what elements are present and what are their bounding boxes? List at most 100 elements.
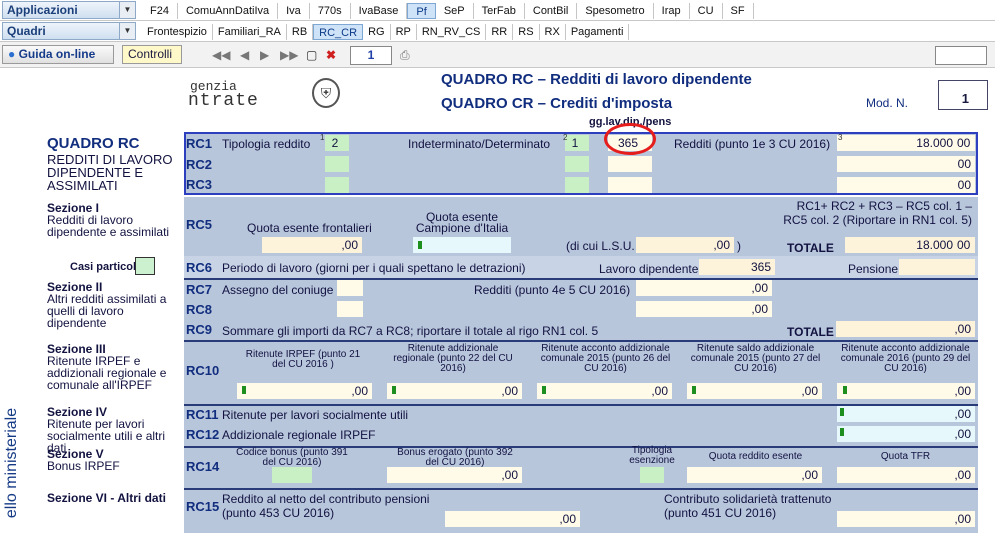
next-page-icon[interactable]: ▶ <box>260 48 269 62</box>
rc5-totale-field[interactable]: 18.000 <box>845 237 957 253</box>
applicazioni-select[interactable]: Applicazioni ▼ <box>2 1 136 19</box>
rc15-contrib-field[interactable]: ,00 <box>837 511 975 527</box>
casi-particolari-checkbox[interactable] <box>135 257 155 275</box>
rc1-indet-field[interactable]: 1 <box>565 135 589 151</box>
tab-cu[interactable]: CU <box>690 3 723 19</box>
tab-comuanndatiiva[interactable]: ComuAnnDatiIva <box>178 3 279 19</box>
rc14-code: RC14 <box>186 459 220 474</box>
rc3-indet-field[interactable] <box>565 177 589 193</box>
tab-quadro-rn-rv-cs[interactable]: RN_RV_CS <box>417 24 487 40</box>
rc14-tfr-field[interactable]: ,00 <box>837 467 975 483</box>
rc10-acconto2015-field[interactable]: ,00 <box>537 383 672 399</box>
last-page-icon[interactable]: ▶▶ <box>280 48 298 62</box>
chevron-down-icon[interactable]: ▼ <box>119 23 135 39</box>
app-window: Applicazioni ▼ F24 ComuAnnDatiIva Iva 770s Iv… <box>0 0 995 533</box>
tab-f24[interactable]: F24 <box>142 3 178 19</box>
rc12-marker <box>840 428 844 436</box>
rc10-saldo2015-field[interactable]: ,00 <box>687 383 822 399</box>
rc15-reddito-field[interactable]: ,00 <box>445 511 580 527</box>
prev-page-icon[interactable]: ◀ <box>240 48 249 62</box>
rc7-redditi-label: Redditi (punto 4e 5 CU 2016) <box>474 283 631 297</box>
sezione-3: Sezione III Ritenute IRPEF e addizionali … <box>47 342 167 392</box>
rc1-tipologia-field[interactable]: 2 <box>325 135 349 151</box>
rc3-redditi-field[interactable]: 00 <box>837 177 975 193</box>
tab-quadro-frontespizio[interactable]: Frontespizio <box>142 24 213 40</box>
tab-ivabase[interactable]: IvaBase <box>351 3 408 19</box>
rc6-pensione-field[interactable] <box>899 259 975 275</box>
tab-770s[interactable]: 770s <box>310 3 351 19</box>
tab-quadro-familiari-ra[interactable]: Familiari_RA <box>213 24 287 40</box>
rc8-redditi-field[interactable]: ,00 <box>636 301 772 317</box>
menu-bar-applicazioni: Applicazioni ▼ F24 ComuAnnDatiIva Iva 770s Iv… <box>0 0 995 21</box>
rc5-marker <box>418 241 422 249</box>
rc5-quota-front-label: Quota esente frontalieri <box>247 221 372 235</box>
highlight-circle <box>604 123 656 155</box>
tab-terfab[interactable]: TerFab <box>474 3 525 19</box>
rc15-desc: Reddito al netto del contributo pensioni… <box>222 492 430 520</box>
rc3-tipologia-field[interactable] <box>325 177 349 193</box>
rc2-indet-field[interactable] <box>565 156 589 172</box>
controlli-button[interactable]: Controlli <box>122 45 182 64</box>
tab-quadro-rs[interactable]: RS <box>513 24 540 40</box>
rc14-tipologia-field[interactable] <box>640 467 664 483</box>
rc8-assegno-field[interactable] <box>337 301 363 317</box>
rc12-code: RC12 <box>186 427 220 442</box>
search-field[interactable] <box>935 46 987 65</box>
rc9-totale-label: TOTALE <box>787 325 834 339</box>
rc9-totale-field[interactable]: ,00 <box>836 321 975 337</box>
tab-irap[interactable]: Irap <box>654 3 690 19</box>
guida-label: Guida on-line <box>18 47 96 61</box>
chevron-down-icon[interactable]: ▼ <box>119 2 135 18</box>
rc2-tipologia-field[interactable] <box>325 156 349 172</box>
tab-contbil[interactable]: ContBil <box>525 3 578 19</box>
tab-spesometro[interactable]: Spesometro <box>577 3 654 19</box>
tab-quadro-rr[interactable]: RR <box>486 24 514 40</box>
tab-iva[interactable]: Iva <box>278 3 310 19</box>
rc14-quota-esente-field[interactable]: ,00 <box>687 467 822 483</box>
rc5-lsu-field[interactable]: ,00 <box>636 237 734 253</box>
applicazioni-label: Applicazioni <box>7 3 78 17</box>
tab-quadro-rp[interactable]: RP <box>391 24 417 40</box>
tab-sf[interactable]: SF <box>723 3 754 19</box>
tab-quadro-rc-cr[interactable]: RC_CR <box>313 24 364 40</box>
mod-n-field[interactable]: 1 <box>938 80 988 110</box>
print-icon[interactable]: ⎙ <box>400 48 410 63</box>
rc14-bonus-field[interactable]: ,00 <box>387 467 522 483</box>
rc12-field[interactable]: ,00 <box>837 426 975 442</box>
delete-page-icon[interactable]: ✖ <box>326 48 336 62</box>
rc7-redditi-field[interactable]: ,00 <box>636 280 772 296</box>
rc3-giorni-field[interactable] <box>608 177 652 193</box>
rc11-field[interactable]: ,00 <box>837 406 975 422</box>
globe-icon: ● <box>8 47 19 61</box>
rc10-irpef-field[interactable]: ,00 <box>237 383 372 399</box>
tab-quadro-rx[interactable]: RX <box>540 24 566 40</box>
rc5-campione-field[interactable] <box>413 237 511 253</box>
tab-quadro-pagamenti[interactable]: Pagamenti <box>566 24 630 40</box>
rc1-redditi-field[interactable]: 18.000 <box>837 135 957 151</box>
quadri-select[interactable]: Quadri ▼ <box>2 22 136 40</box>
rc12-desc: Addizionale regionale IRPEF <box>222 428 376 442</box>
tabs-applicazioni: F24 ComuAnnDatiIva Iva 770s IvaBase Pf SeP TerF… <box>142 2 754 20</box>
first-page-icon[interactable]: ◀◀ <box>212 48 230 62</box>
sezione-6: Sezione VI - Altri dati <box>47 491 166 505</box>
rc6-lavdip-field[interactable]: 365 <box>699 259 775 275</box>
rc5-totale-cents[interactable]: 00 <box>957 237 975 253</box>
rc1-cents[interactable]: 00 <box>957 135 975 151</box>
tab-sep[interactable]: SeP <box>436 3 474 19</box>
rc5-frontalieri-field[interactable]: ,00 <box>262 237 362 253</box>
vertical-margin-text: ello ministeriale <box>3 407 21 519</box>
rc2-giorni-field[interactable] <box>608 156 652 172</box>
guida-online-button[interactable]: ● Guida on-line <box>2 45 114 64</box>
tab-quadro-rg[interactable]: RG <box>363 24 391 40</box>
tab-pf[interactable]: Pf <box>407 3 436 19</box>
rc10-marker <box>692 386 696 394</box>
rc10-acconto2016-field[interactable]: ,00 <box>837 383 975 399</box>
page-number-field[interactable]: 1 <box>350 46 392 65</box>
tab-quadro-rb[interactable]: RB <box>287 24 314 40</box>
rc2-redditi-field[interactable]: 00 <box>837 156 975 172</box>
new-page-icon[interactable]: ▢ <box>306 48 317 62</box>
rc14-codice-field[interactable] <box>272 467 312 483</box>
rc14-c5: Quota TFR <box>880 451 931 462</box>
rc7-assegno-field[interactable] <box>337 280 363 296</box>
rc10-regionale-field[interactable]: ,00 <box>387 383 522 399</box>
